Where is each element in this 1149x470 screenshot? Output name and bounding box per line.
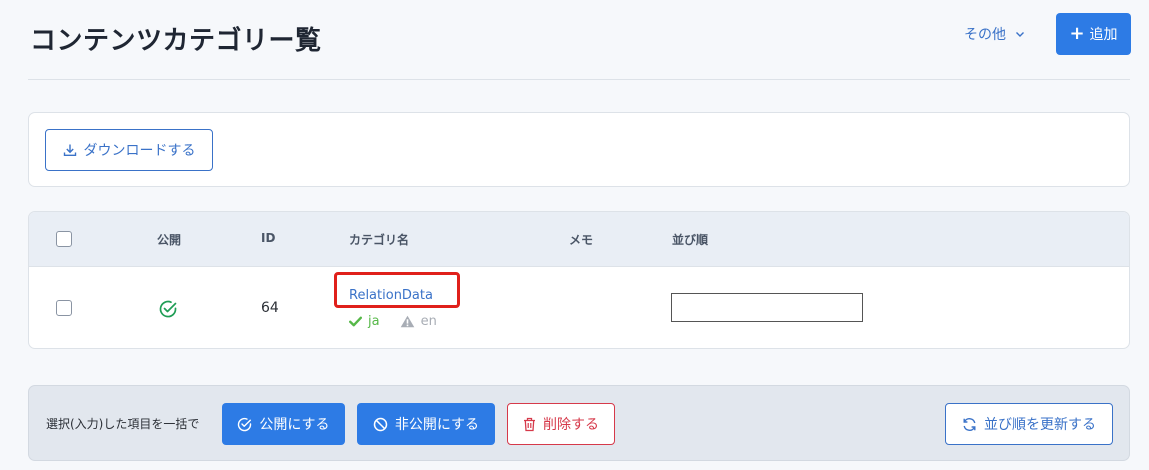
row-id: 64 [261,300,279,316]
check-icon [349,316,362,327]
unpublish-button[interactable]: 非公開にする [357,403,495,445]
plus-icon: + [1069,23,1085,44]
language-status: ja en [349,314,437,329]
page: コンテンツカテゴリー覧 その他 + 追加 ダウンロードする 公開 ID カテゴリ… [0,0,1149,470]
column-header-memo: メモ [569,233,594,247]
update-order-button[interactable]: 並び順を更新する [945,403,1113,445]
select-all-checkbox[interactable] [56,231,72,247]
unpublish-button-label: 非公開にする [394,417,480,433]
ban-icon [373,417,388,432]
column-header-id: ID [261,231,276,245]
bulk-action-label: 選択(入力)した項目を一括で [46,417,200,431]
download-icon [63,143,77,157]
publish-button-label: 公開にする [259,417,330,433]
delete-button[interactable]: 削除する [507,403,615,445]
language-code-en: en [420,314,437,329]
add-button[interactable]: + 追加 [1056,13,1131,55]
header-divider [28,79,1130,80]
check-circle-icon [237,417,252,432]
order-input[interactable] [671,293,863,322]
column-header-category-name: カテゴリ名 [349,233,410,247]
column-header-published: 公開 [157,233,182,247]
download-button-label: ダウンロードする [83,143,196,159]
bulk-action-bar: 選択(入力)した項目を一括で 公開にする 非公開にする 削除する 並び順を更新す… [28,385,1130,461]
language-code-ja: ja [368,314,380,329]
other-menu-label: その他 [964,27,1006,43]
table-row: 64 RelationData ja en [29,267,1129,348]
published-check-icon [158,299,178,319]
chevron-down-icon [1015,29,1025,39]
category-name-link[interactable]: RelationData [349,288,433,303]
delete-button-label: 削除する [543,417,599,433]
add-button-label: 追加 [1089,27,1118,43]
other-menu-dropdown[interactable]: その他 [964,24,1025,44]
page-title: コンテンツカテゴリー覧 [30,26,322,56]
column-header-order: 並び順 [672,233,709,247]
row-checkbox[interactable] [56,300,72,316]
trash-icon [523,417,536,432]
download-card: ダウンロードする [28,112,1130,187]
download-button[interactable]: ダウンロードする [45,129,213,171]
publish-button[interactable]: 公開にする [222,403,345,445]
warning-icon [400,315,415,328]
update-order-button-label: 並び順を更新する [984,417,1096,433]
refresh-icon [962,417,977,432]
table-header: 公開 ID カテゴリ名 メモ 並び順 [29,212,1129,267]
category-table: 公開 ID カテゴリ名 メモ 並び順 64 RelationData ja en [28,211,1130,349]
